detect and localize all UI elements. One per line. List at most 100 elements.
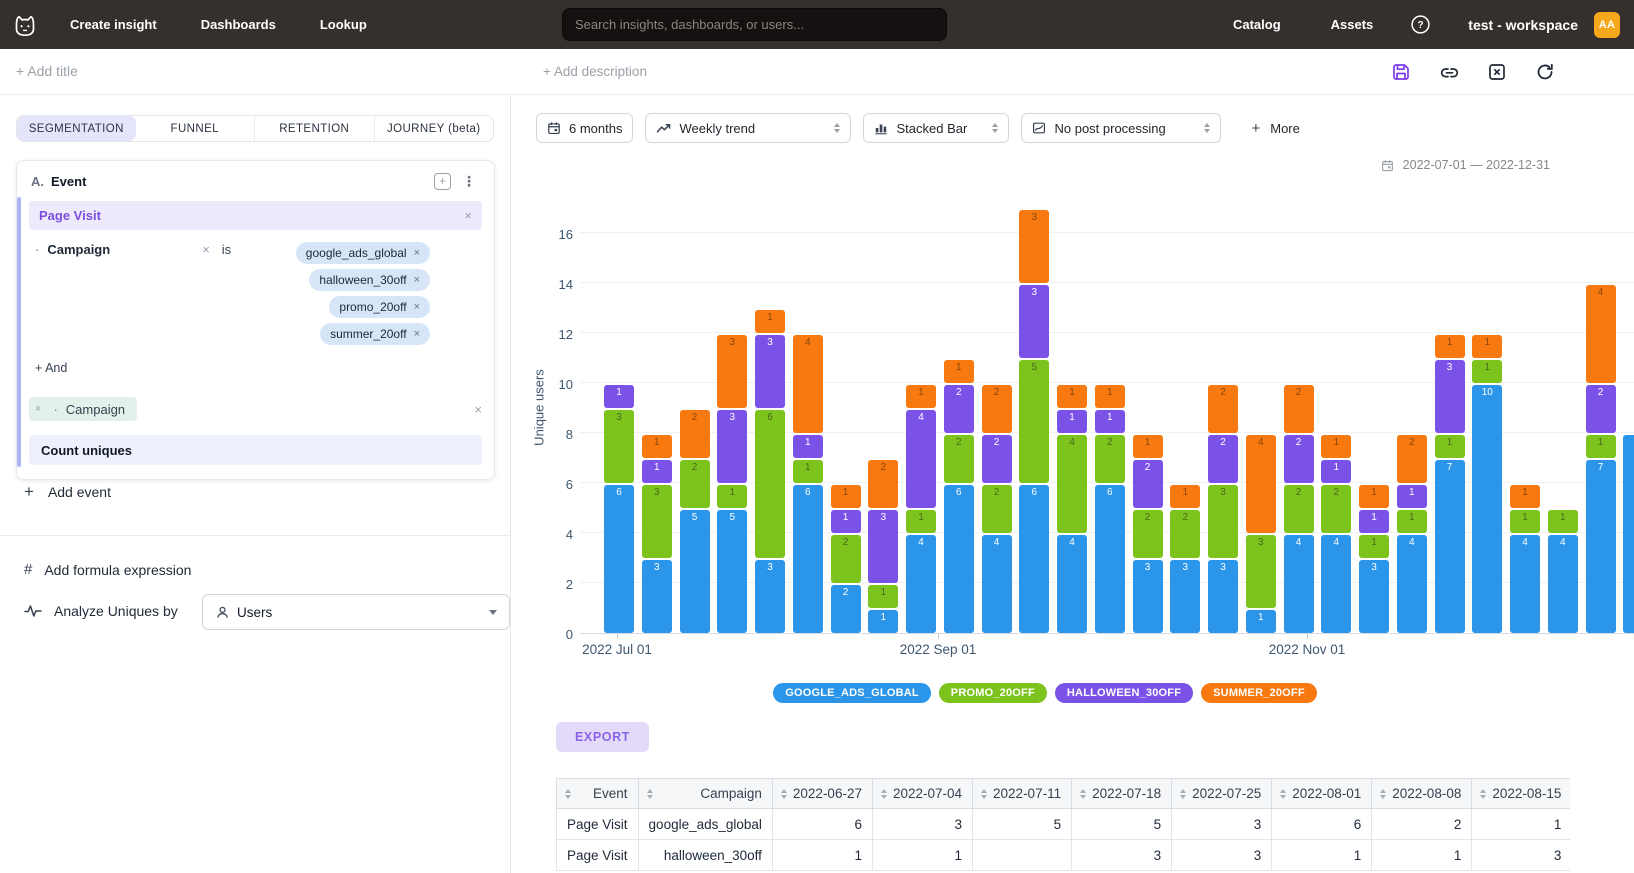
bar-column[interactable]: 6211 bbox=[1095, 385, 1125, 633]
bar-segment-summer_20off[interactable]: 1 bbox=[1435, 335, 1465, 358]
bar-column[interactable]: 1132 bbox=[868, 460, 898, 633]
bar-segment-halloween_30off[interactable]: 2 bbox=[1284, 435, 1314, 483]
filter-value-tag[interactable]: promo_20off× bbox=[329, 296, 430, 318]
remove-value-icon[interactable]: × bbox=[414, 329, 420, 340]
bar-segment-google_ads_global[interactable]: 6 bbox=[793, 485, 823, 633]
bar-segment-promo_20off[interactable]: 1 bbox=[1435, 435, 1465, 458]
sort-icon[interactable] bbox=[565, 789, 571, 799]
legend-item-google_ads_global[interactable]: GOOGLE_ADS_GLOBAL bbox=[773, 683, 931, 703]
sort-icon[interactable] bbox=[1480, 789, 1486, 799]
more-button[interactable]: + More bbox=[1251, 121, 1299, 136]
bar-segment-promo_20off[interactable]: 2 bbox=[1095, 435, 1125, 483]
bar-segment-google_ads_global[interactable]: 6 bbox=[604, 485, 634, 633]
bar-column[interactable]: 8 bbox=[1623, 435, 1634, 633]
bar-segment-promo_20off[interactable]: 1 bbox=[868, 585, 898, 608]
bar-segment-summer_20off[interactable]: 1 bbox=[1133, 435, 1163, 458]
bar-segment-promo_20off[interactable]: 1 bbox=[1510, 510, 1540, 533]
bar-segment-promo_20off[interactable]: 2 bbox=[1170, 510, 1200, 558]
bar-segment-halloween_30off[interactable]: 1 bbox=[1321, 460, 1351, 483]
bar-segment-summer_20off[interactable]: 1 bbox=[831, 485, 861, 508]
close-box-icon[interactable] bbox=[1486, 61, 1508, 83]
bar-column[interactable]: 321 bbox=[1170, 485, 1200, 633]
bar-segment-google_ads_global[interactable]: 4 bbox=[1057, 535, 1087, 633]
bar-segment-halloween_30off[interactable]: 1 bbox=[1057, 410, 1087, 433]
bar-segment-halloween_30off[interactable]: 3 bbox=[755, 335, 785, 408]
bar-segment-google_ads_global[interactable]: 3 bbox=[755, 560, 785, 633]
bar-segment-google_ads_global[interactable]: 4 bbox=[1397, 535, 1427, 633]
bar-segment-halloween_30off[interactable]: 1 bbox=[1095, 410, 1125, 433]
bar-segment-promo_20off[interactable]: 2 bbox=[680, 460, 710, 508]
sort-icon[interactable] bbox=[881, 789, 887, 799]
analyze-by-dropdown[interactable]: Users bbox=[202, 594, 510, 630]
event-name[interactable]: Page Visit bbox=[39, 208, 101, 223]
add-and-condition[interactable]: + And bbox=[35, 361, 494, 375]
bar-segment-halloween_30off[interactable]: 3 bbox=[1435, 360, 1465, 433]
bar-segment-summer_20off[interactable]: 2 bbox=[680, 410, 710, 458]
sort-icon[interactable] bbox=[1280, 789, 1286, 799]
bar-segment-promo_20off[interactable]: 3 bbox=[1208, 485, 1238, 558]
save-icon[interactable] bbox=[1390, 61, 1412, 83]
app-logo-cat-icon[interactable] bbox=[10, 10, 40, 40]
add-description-button[interactable]: + Add description bbox=[543, 64, 647, 79]
filter-value-tag[interactable]: summer_20off× bbox=[320, 323, 430, 345]
bar-column[interactable]: 41 bbox=[1548, 510, 1578, 633]
legend-item-halloween_30off[interactable]: HALLOWEEN_30OFF bbox=[1055, 683, 1193, 703]
bar-segment-google_ads_global[interactable]: 5 bbox=[717, 510, 747, 633]
bar-segment-summer_20off[interactable]: 2 bbox=[1397, 435, 1427, 483]
bar-segment-promo_20off[interactable]: 2 bbox=[1133, 510, 1163, 558]
nav-item-dashboards[interactable]: Dashboards bbox=[201, 17, 276, 32]
bar-column[interactable]: 3631 bbox=[755, 310, 785, 633]
bar-segment-halloween_30off[interactable]: 2 bbox=[982, 435, 1012, 483]
nav-item-lookup[interactable]: Lookup bbox=[320, 17, 367, 32]
trend-select[interactable]: Weekly trend bbox=[645, 113, 851, 143]
bar-column[interactable]: 4141 bbox=[906, 385, 936, 633]
event-row[interactable]: Page Visit × bbox=[29, 201, 482, 230]
add-title-button[interactable]: + Add title bbox=[16, 63, 78, 79]
bar-segment-promo_20off[interactable]: 5 bbox=[1019, 360, 1049, 483]
remove-value-icon[interactable]: × bbox=[414, 248, 420, 259]
bar-segment-promo_20off[interactable]: 2 bbox=[944, 435, 974, 483]
bar-segment-summer_20off[interactable]: 4 bbox=[1246, 435, 1276, 533]
bar-segment-halloween_30off[interactable]: 3 bbox=[1019, 285, 1049, 358]
bar-segment-google_ads_global[interactable]: 3 bbox=[1133, 560, 1163, 633]
sort-icon[interactable] bbox=[1080, 789, 1086, 799]
bar-segment-summer_20off[interactable]: 1 bbox=[1170, 485, 1200, 508]
bar-segment-promo_20off[interactable]: 2 bbox=[1321, 485, 1351, 533]
bar-segment-google_ads_global[interactable]: 6 bbox=[1019, 485, 1049, 633]
bar-segment-halloween_30off[interactable]: 1 bbox=[1397, 485, 1427, 508]
tab-funnel[interactable]: FUNNEL bbox=[136, 116, 255, 141]
bar-segment-google_ads_global[interactable]: 8 bbox=[1623, 435, 1634, 633]
tab-journey-beta-[interactable]: JOURNEY (beta) bbox=[374, 116, 494, 141]
bar-column[interactable]: 7131 bbox=[1435, 335, 1465, 633]
bar-segment-halloween_30off[interactable]: 3 bbox=[868, 510, 898, 583]
bar-segment-summer_20off[interactable]: 4 bbox=[793, 335, 823, 433]
search-input[interactable] bbox=[562, 8, 947, 41]
add-formula-button[interactable]: # Add formula expression bbox=[24, 561, 191, 578]
legend-item-promo_20off[interactable]: PROMO_20OFF bbox=[939, 683, 1047, 703]
remove-breakdown-icon[interactable]: × bbox=[35, 404, 41, 415]
sort-icon[interactable] bbox=[647, 789, 653, 799]
tab-retention[interactable]: RETENTION bbox=[254, 116, 374, 141]
bar-segment-google_ads_global[interactable]: 4 bbox=[1510, 535, 1540, 633]
bar-segment-promo_20off[interactable]: 1 bbox=[906, 510, 936, 533]
bar-segment-promo_20off[interactable]: 1 bbox=[1397, 510, 1427, 533]
workspace-name[interactable]: test - workspace bbox=[1468, 17, 1578, 33]
bar-column[interactable]: 6533 bbox=[1019, 210, 1049, 633]
nav-item-create-insight[interactable]: Create insight bbox=[70, 17, 157, 32]
bar-segment-promo_20off[interactable]: 1 bbox=[1359, 535, 1389, 558]
bar-segment-google_ads_global[interactable]: 10 bbox=[1472, 385, 1502, 633]
bar-column[interactable]: 3322 bbox=[1208, 385, 1238, 633]
kebab-menu-icon[interactable]: ⋮ bbox=[458, 173, 480, 190]
bar-column[interactable]: 631 bbox=[604, 385, 634, 633]
nav-item-assets[interactable]: Assets bbox=[1331, 17, 1374, 32]
bar-segment-promo_20off[interactable]: 1 bbox=[717, 485, 747, 508]
bar-segment-halloween_30off[interactable]: 2 bbox=[1208, 435, 1238, 483]
bar-segment-google_ads_global[interactable]: 7 bbox=[1435, 460, 1465, 633]
sort-icon[interactable] bbox=[1380, 789, 1386, 799]
bar-segment-google_ads_global[interactable]: 1 bbox=[1246, 610, 1276, 633]
add-filter-icon[interactable]: + bbox=[434, 173, 451, 190]
bar-segment-summer_20off[interactable]: 1 bbox=[944, 360, 974, 383]
bar-segment-summer_20off[interactable]: 4 bbox=[1586, 285, 1616, 383]
bar-column[interactable]: 3311 bbox=[642, 435, 672, 633]
bar-segment-halloween_30off[interactable]: 4 bbox=[906, 410, 936, 508]
